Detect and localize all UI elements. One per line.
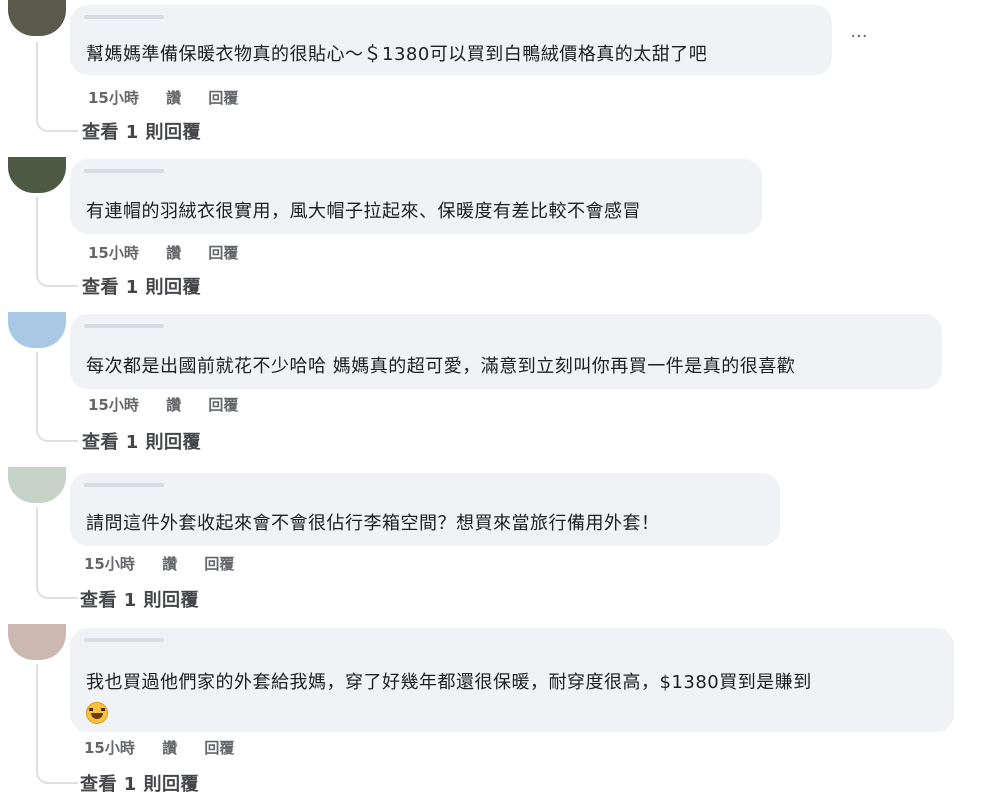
- comment-text: 請問這件外套收起來會不會很佔行李箱空間？想買來當旅行備用外套！: [86, 513, 660, 534]
- comment-time[interactable]: 15小時: [88, 89, 139, 107]
- reply-button[interactable]: 回覆: [208, 396, 238, 414]
- comment-text: 有連帽的羽絨衣很實用，風大帽子拉起來、保暖度有差比較不會感冒: [86, 201, 641, 222]
- comment: 請問這件外套收起來會不會很佔行李箱空間？想買來當旅行備用外套！ 15小時 讚 回…: [0, 465, 989, 615]
- redacted-author-name: [84, 169, 164, 173]
- comment-time[interactable]: 15小時: [88, 244, 139, 262]
- comment-actions: 15小時 讚 回覆: [88, 394, 260, 415]
- comment: 每次都是出國前就花不少哈哈 媽媽真的超可愛，滿意到立刻叫你再買一件是真的很喜歡 …: [0, 310, 989, 460]
- comment: 幫媽媽準備保暖衣物真的很貼心～＄1380可以買到白鴨絨價格真的太甜了吧 ··· …: [0, 0, 989, 148]
- redacted-author-name: [84, 483, 164, 487]
- comment-time[interactable]: 15小時: [88, 396, 139, 414]
- comment-time[interactable]: 15小時: [84, 739, 135, 757]
- ellipsis-icon: ···: [850, 26, 868, 47]
- avatar[interactable]: [8, 312, 66, 348]
- like-button[interactable]: 讚: [166, 89, 181, 107]
- rolling-laughing-emoji-icon: [86, 702, 108, 724]
- reply-button[interactable]: 回覆: [208, 89, 238, 107]
- avatar[interactable]: [8, 0, 66, 36]
- view-replies-link[interactable]: 查看 1 則回覆: [80, 770, 199, 796]
- like-button[interactable]: 讚: [162, 739, 177, 757]
- reply-button[interactable]: 回覆: [204, 739, 234, 757]
- view-replies-link[interactable]: 查看 1 則回覆: [82, 273, 201, 299]
- comment-text: 幫媽媽準備保暖衣物真的很貼心～＄1380可以買到白鴨絨價格真的太甜了吧: [86, 44, 708, 65]
- redacted-author-name: [84, 638, 164, 642]
- comment-bubble[interactable]: 有連帽的羽絨衣很實用，風大帽子拉起來、保暖度有差比較不會感冒: [70, 159, 762, 234]
- comment: 有連帽的羽絨衣很實用，風大帽子拉起來、保暖度有差比較不會感冒 15小時 讚 回覆…: [0, 155, 989, 305]
- avatar[interactable]: [8, 624, 66, 660]
- comment-text: 我也買過他們家的外套給我媽，穿了好幾年都還很保暖，耐穿度很高，$1380買到是賺…: [86, 672, 812, 693]
- comment-actions: 15小時 讚 回覆: [88, 87, 260, 108]
- comment-actions: 15小時 讚 回覆: [84, 737, 256, 758]
- view-replies-link[interactable]: 查看 1 則回覆: [82, 428, 201, 454]
- view-replies-link[interactable]: 查看 1 則回覆: [80, 586, 199, 612]
- redacted-author-name: [84, 15, 164, 19]
- comment-bubble[interactable]: 幫媽媽準備保暖衣物真的很貼心～＄1380可以買到白鴨絨價格真的太甜了吧: [70, 5, 832, 75]
- view-replies-link[interactable]: 查看 1 則回覆: [82, 118, 201, 144]
- reply-button[interactable]: 回覆: [204, 555, 234, 573]
- avatar[interactable]: [8, 157, 66, 193]
- comment: 我也買過他們家的外套給我媽，穿了好幾年都還很保暖，耐穿度很高，$1380買到是賺…: [0, 622, 989, 797]
- like-button[interactable]: 讚: [162, 555, 177, 573]
- reply-button[interactable]: 回覆: [208, 244, 238, 262]
- comment-bubble[interactable]: 我也買過他們家的外套給我媽，穿了好幾年都還很保暖，耐穿度很高，$1380買到是賺…: [70, 628, 954, 732]
- like-button[interactable]: 讚: [166, 396, 181, 414]
- comment-actions: 15小時 讚 回覆: [88, 242, 260, 263]
- comment-text: 每次都是出國前就花不少哈哈 媽媽真的超可愛，滿意到立刻叫你再買一件是真的很喜歡: [86, 356, 796, 377]
- comment-thread: 幫媽媽準備保暖衣物真的很貼心～＄1380可以買到白鴨絨價格真的太甜了吧 ··· …: [0, 0, 989, 800]
- comment-actions: 15小時 讚 回覆: [84, 553, 256, 574]
- redacted-author-name: [84, 324, 164, 328]
- comment-bubble[interactable]: 每次都是出國前就花不少哈哈 媽媽真的超可愛，滿意到立刻叫你再買一件是真的很喜歡: [70, 314, 942, 389]
- more-options-button[interactable]: ···: [846, 28, 872, 48]
- avatar[interactable]: [8, 467, 66, 503]
- comment-bubble[interactable]: 請問這件外套收起來會不會很佔行李箱空間？想買來當旅行備用外套！: [70, 473, 780, 546]
- like-button[interactable]: 讚: [166, 244, 181, 262]
- comment-time[interactable]: 15小時: [84, 555, 135, 573]
